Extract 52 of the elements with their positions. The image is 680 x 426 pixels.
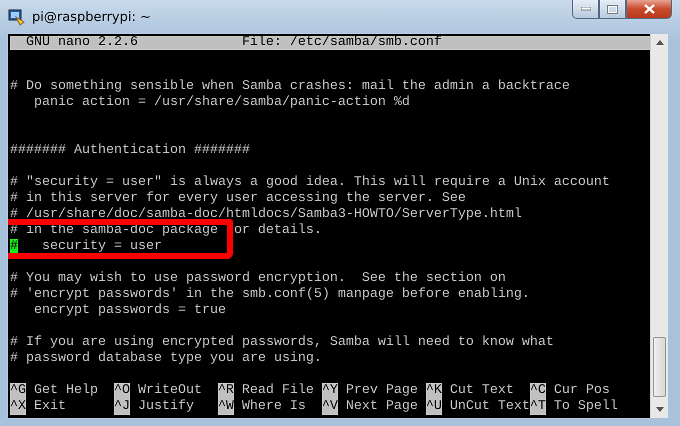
scrollbar[interactable]: [650, 34, 668, 418]
code-line: panic action = /usr/share/samba/panic-action %d: [32, 95, 410, 111]
shortcut-label: Get Help: [34, 383, 98, 399]
minimize-button[interactable]: [572, 0, 599, 19]
shortcut-label: UnCut Text: [450, 399, 530, 415]
shortcut-label: Next Page: [346, 399, 418, 415]
shortcut-key: ^W: [218, 399, 234, 415]
shortcut-key: ^V: [322, 399, 338, 415]
window-title: pi@raspberrypi: ~: [32, 10, 151, 24]
code-line: encrypt passwords = true: [32, 303, 226, 319]
shortcut-label: To Spell: [554, 399, 618, 415]
shortcut-key: ^K: [426, 383, 442, 399]
scroll-up-icon[interactable]: [656, 40, 664, 45]
shortcut-key: ^U: [426, 399, 442, 415]
shortcut-key: ^C: [530, 383, 546, 399]
shortcut-key: ^G: [10, 383, 26, 399]
shortcut-label: Justify: [138, 399, 194, 415]
maximize-button[interactable]: [599, 0, 626, 19]
code-line: # in this server for every user accessing the server. See: [10, 191, 466, 207]
shortcut-label: Prev Page: [346, 383, 418, 399]
close-button[interactable]: [626, 0, 672, 19]
code-line: # security = user: [10, 239, 162, 255]
code-line: # Do something sensible when Samba crashes: mail the admin a backtrace: [10, 79, 570, 95]
code-line: # 'encrypt passwords' in the smb.conf(5) manpage before enabling.: [10, 287, 530, 303]
minimize-icon: [580, 7, 590, 11]
shortcut-label: Cut Text: [450, 383, 514, 399]
code-line: # "security = user" is always a good idea. This will require a Unix account: [10, 175, 610, 191]
shortcut-key: ^O: [114, 383, 130, 399]
code-line: ####### Authentication #######: [10, 143, 250, 159]
code-line: or details.: [234, 223, 322, 239]
shortcut-label: Read File: [242, 383, 314, 399]
code-line: # password database type you are using.: [10, 351, 322, 367]
nano-version: GNU nano 2.2.6: [26, 36, 138, 50]
code-line: # If you are using encrypted passwords, Samba will need to know what: [10, 335, 554, 351]
close-icon: [644, 4, 654, 14]
code-line: # You may wish to use password encryption. See the section on: [10, 271, 506, 287]
code-line: # /usr/share/doc/samba-doc/htmldocs/Samba3-HOWTO/ServerType.html: [10, 207, 522, 223]
shortcut-label: Cur Pos: [554, 383, 610, 399]
scroll-down-icon[interactable]: [656, 407, 664, 412]
shortcut-key: ^Y: [322, 383, 338, 399]
shortcut-label: Exit: [34, 399, 66, 415]
code-line: # in the samba-doc package: [10, 223, 218, 239]
shortcut-key: ^R: [218, 383, 234, 399]
maximize-icon: [607, 4, 618, 14]
scrollbar-thumb[interactable]: [653, 337, 666, 397]
shortcut-key: ^X: [10, 399, 26, 415]
shortcut-key: ^J: [114, 399, 130, 415]
file-name: File: /etc/samba/smb.conf: [242, 36, 442, 50]
terminal-app-icon: [8, 8, 26, 26]
shortcut-key: ^T: [530, 399, 546, 415]
shortcut-label: WriteOut: [138, 383, 202, 399]
shortcut-label: Where Is: [242, 399, 306, 415]
